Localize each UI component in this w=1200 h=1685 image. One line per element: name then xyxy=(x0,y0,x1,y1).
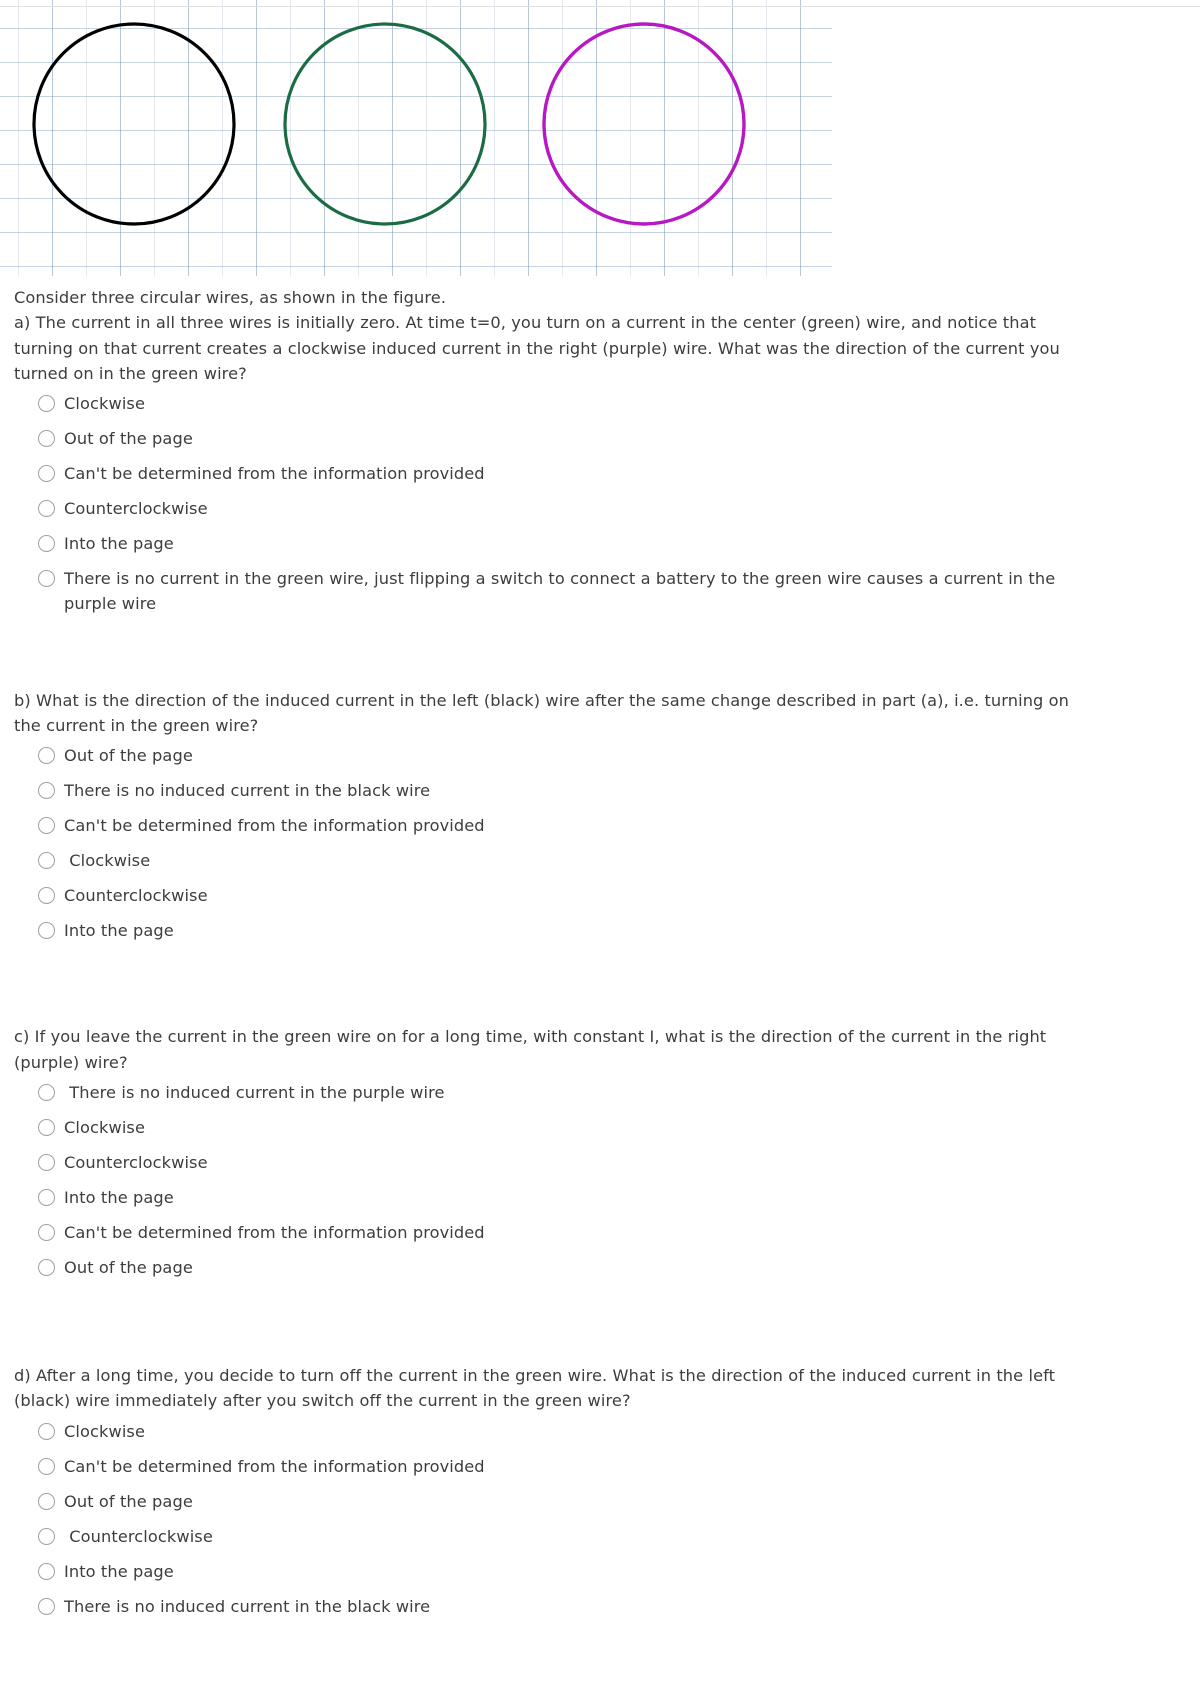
option-b-5[interactable]: Counterclockwise xyxy=(14,878,1089,913)
option-a-3[interactable]: Can't be determined from the information… xyxy=(14,456,1089,491)
option-d-6[interactable]: There is no induced current in the black… xyxy=(14,1589,1089,1624)
question-section-d: d) After a long time, you decide to turn… xyxy=(14,1363,1089,1624)
option-label: Can't be determined from the information… xyxy=(64,816,485,836)
question-prompt-b: b) What is the direction of the induced … xyxy=(14,690,1070,736)
option-label: Out of the page xyxy=(64,746,193,766)
option-label: Into the page xyxy=(64,1187,174,1207)
radio-button-icon[interactable] xyxy=(38,395,55,413)
question-section-b: b) What is the direction of the induced … xyxy=(14,688,1089,949)
radio-button-icon[interactable] xyxy=(38,747,55,765)
option-b-2[interactable]: There is no induced current in the black… xyxy=(14,773,1089,808)
radio-button-icon[interactable] xyxy=(38,922,55,940)
black-wire-circle xyxy=(32,22,236,226)
option-label: Counterclockwise xyxy=(64,499,208,519)
option-label: There is no induced current in the black… xyxy=(64,1596,431,1616)
option-d-3[interactable]: Out of the page xyxy=(14,1484,1089,1519)
option-label: There is no current in the green wire, j… xyxy=(64,569,1061,614)
radio-button-icon[interactable] xyxy=(38,1492,55,1510)
option-d-2[interactable]: Can't be determined from the information… xyxy=(14,1449,1089,1484)
option-label: Counterclockwise xyxy=(64,1152,208,1172)
option-label: Can't be determined from the information… xyxy=(64,1456,485,1476)
intro-text: Consider three circular wires, as shown … xyxy=(14,288,447,307)
option-label: Clockwise xyxy=(64,394,146,414)
radio-button-icon[interactable] xyxy=(38,887,55,905)
radio-button-icon[interactable] xyxy=(38,1527,55,1545)
radio-button-icon[interactable] xyxy=(38,1118,55,1136)
option-label: Into the page xyxy=(64,534,174,554)
option-b-6[interactable]: Into the page xyxy=(14,913,1089,948)
question-section-c: c) If you leave the current in the green… xyxy=(14,1024,1089,1285)
option-d-1[interactable]: Clockwise xyxy=(14,1414,1089,1449)
option-b-1[interactable]: Out of the page xyxy=(14,738,1089,773)
option-d-4[interactable]: Counterclockwise xyxy=(14,1519,1089,1554)
option-a-6[interactable]: There is no current in the green wire, j… xyxy=(14,561,1089,617)
option-label: Out of the page xyxy=(64,429,193,449)
option-c-1[interactable]: There is no induced current in the purpl… xyxy=(14,1075,1089,1110)
radio-button-icon[interactable] xyxy=(38,1258,55,1276)
option-label: Counterclockwise xyxy=(64,886,208,906)
radio-button-icon[interactable] xyxy=(38,1597,55,1615)
option-label: Into the page xyxy=(64,921,174,941)
radio-button-icon[interactable] xyxy=(38,782,55,800)
option-label: Into the page xyxy=(64,1561,174,1581)
radio-button-icon[interactable] xyxy=(38,817,55,835)
radio-button-icon[interactable] xyxy=(38,1223,55,1241)
option-label: Out of the page xyxy=(64,1257,193,1277)
options-list-b: Out of the page There is no induced curr… xyxy=(14,738,1089,948)
option-label: Can't be determined from the information… xyxy=(64,464,485,484)
radio-button-icon[interactable] xyxy=(38,1457,55,1475)
option-label: There is no induced current in the purpl… xyxy=(64,1082,445,1102)
option-c-5[interactable]: Can't be determined from the information… xyxy=(14,1215,1089,1250)
option-b-3[interactable]: Can't be determined from the information… xyxy=(14,808,1089,843)
question-prompt-a: a) The current in all three wires is ini… xyxy=(14,313,1060,383)
option-c-4[interactable]: Into the page xyxy=(14,1180,1089,1215)
option-label: Clockwise xyxy=(64,1117,146,1137)
option-a-1[interactable]: Clockwise xyxy=(14,386,1089,421)
options-list-a: Clockwise Out of the page Can't be deter… xyxy=(14,386,1089,617)
figure-panel xyxy=(0,0,1200,276)
question-prompt-d: d) After a long time, you decide to turn… xyxy=(14,1365,1056,1411)
radio-button-icon[interactable] xyxy=(38,852,55,870)
radio-button-icon[interactable] xyxy=(38,1188,55,1206)
radio-button-icon[interactable] xyxy=(38,1562,55,1580)
option-a-5[interactable]: Into the page xyxy=(14,526,1089,561)
purple-wire-circle xyxy=(542,22,746,226)
option-label: Clockwise xyxy=(64,1421,146,1441)
wire-loops-svg xyxy=(32,22,746,226)
radio-button-icon[interactable] xyxy=(38,535,55,553)
option-c-3[interactable]: Counterclockwise xyxy=(14,1145,1089,1180)
options-list-d: Clockwise Can't be determined from the i… xyxy=(14,1414,1089,1624)
option-label: Can't be determined from the information… xyxy=(64,1222,485,1242)
option-b-4[interactable]: Clockwise xyxy=(14,843,1089,878)
option-label: There is no induced current in the black… xyxy=(64,781,431,801)
radio-button-icon[interactable] xyxy=(38,570,55,588)
option-label: Out of the page xyxy=(64,1491,193,1511)
green-wire-circle xyxy=(283,22,487,226)
option-label: Clockwise xyxy=(64,851,151,871)
question-section-a: a) The current in all three wires is ini… xyxy=(14,310,1089,616)
options-list-c: There is no induced current in the purpl… xyxy=(14,1075,1089,1285)
option-label: Counterclockwise xyxy=(64,1526,213,1546)
question-prompt-c: c) If you leave the current in the green… xyxy=(14,1027,1047,1072)
option-a-4[interactable]: Counterclockwise xyxy=(14,491,1089,526)
radio-button-icon[interactable] xyxy=(38,500,55,518)
radio-button-icon[interactable] xyxy=(38,430,55,448)
option-a-2[interactable]: Out of the page xyxy=(14,421,1089,456)
radio-button-icon[interactable] xyxy=(38,465,55,483)
radio-button-icon[interactable] xyxy=(38,1153,55,1171)
radio-button-icon[interactable] xyxy=(38,1083,55,1101)
option-c-6[interactable]: Out of the page xyxy=(14,1250,1089,1285)
question-content: Consider three circular wires, as shown … xyxy=(14,285,1089,1624)
radio-button-icon[interactable] xyxy=(38,1422,55,1440)
option-d-5[interactable]: Into the page xyxy=(14,1554,1089,1589)
option-c-2[interactable]: Clockwise xyxy=(14,1110,1089,1145)
